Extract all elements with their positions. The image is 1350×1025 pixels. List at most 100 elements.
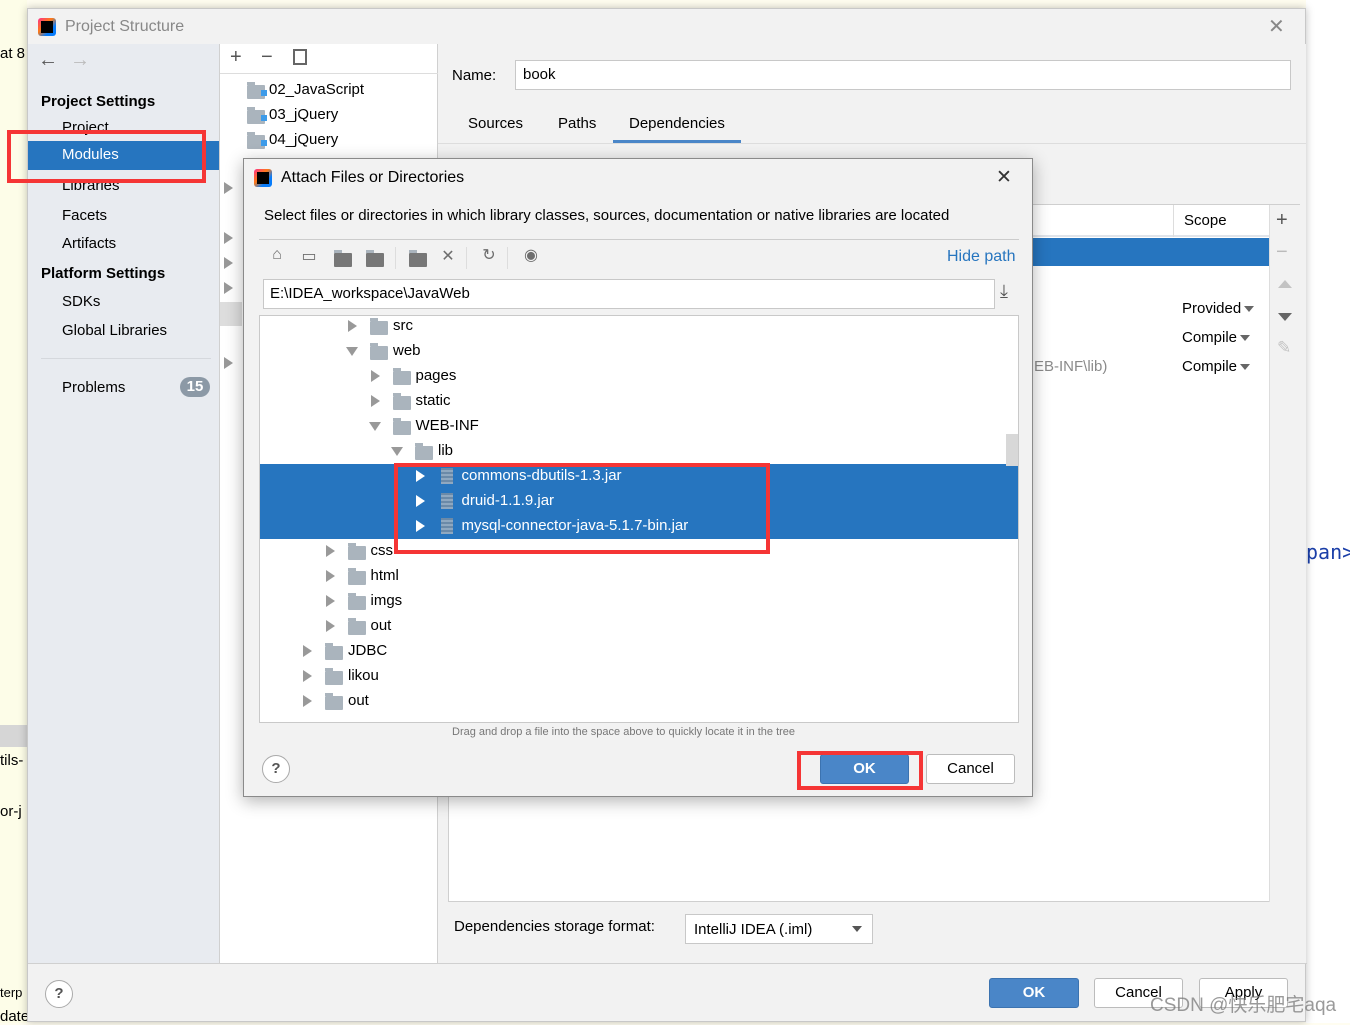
download-icon[interactable]: ⤓: [1000, 281, 1008, 302]
show-hidden-icon[interactable]: ◉: [521, 245, 541, 265]
tree-label: web: [393, 342, 421, 359]
module-item[interactable]: 02_JavaScript: [247, 78, 437, 103]
help-button[interactable]: ?: [262, 755, 290, 783]
tree-label: likou: [348, 667, 379, 684]
scope-value: Compile: [1182, 358, 1238, 375]
new-folder-icon[interactable]: [409, 250, 427, 267]
dialog-cancel-button[interactable]: Cancel: [926, 754, 1015, 784]
expand-arrow-icon[interactable]: [224, 357, 233, 369]
home-icon[interactable]: ⌂: [267, 246, 287, 264]
desktop-icon[interactable]: ▭: [299, 246, 319, 266]
scope-select[interactable]: Compile: [1182, 358, 1262, 380]
path-input[interactable]: E:\IDEA_workspace\JavaWeb: [263, 279, 995, 309]
tree-row[interactable]: WEB-INF: [260, 414, 1018, 439]
highlight-box: [797, 751, 923, 790]
tab-sources[interactable]: Sources: [452, 111, 539, 140]
collapsed-arrow-icon[interactable]: [370, 370, 380, 382]
folder-icon: [392, 418, 411, 435]
sidebar-item-facets[interactable]: Facets: [62, 207, 107, 224]
tree-row[interactable]: lib: [260, 439, 1018, 464]
platform-settings-heading: Platform Settings: [41, 265, 166, 282]
expand-arrow-icon[interactable]: [224, 282, 233, 294]
bg-row: [0, 725, 27, 747]
tree-row[interactable]: imgs: [260, 589, 1018, 614]
toolbar-separator: [507, 247, 508, 269]
scope-select[interactable]: Compile: [1182, 329, 1262, 351]
sidebar-item-artifacts[interactable]: Artifacts: [62, 235, 116, 252]
back-arrow-icon[interactable]: ←: [38, 49, 58, 72]
project-folder-icon[interactable]: [334, 250, 352, 267]
close-icon[interactable]: ✕: [1268, 14, 1285, 39]
close-icon[interactable]: ✕: [996, 166, 1012, 189]
folder-icon: [415, 443, 433, 460]
remove-icon[interactable]: −: [261, 46, 273, 69]
expand-arrow-icon[interactable]: [224, 182, 233, 194]
dialog-description: Select files or directories in which lib…: [264, 207, 950, 224]
forward-arrow-icon[interactable]: →: [70, 49, 90, 72]
sidebar-item-problems[interactable]: Problems: [62, 379, 125, 396]
hide-path-link[interactable]: Hide path: [947, 248, 1016, 266]
refresh-icon[interactable]: ↻: [479, 245, 499, 265]
collapsed-arrow-icon[interactable]: [303, 695, 312, 707]
scope-select[interactable]: Provided: [1182, 300, 1262, 322]
highlight-box: [7, 130, 206, 183]
collapsed-arrow-icon[interactable]: [303, 645, 312, 657]
help-button[interactable]: ?: [45, 980, 73, 1008]
tab-paths[interactable]: Paths: [542, 111, 612, 140]
collapsed-arrow-icon[interactable]: [325, 545, 335, 557]
module-folder-icon[interactable]: [366, 250, 384, 267]
sidebar-item-sdks[interactable]: SDKs: [62, 293, 100, 310]
tree-row[interactable]: out: [260, 614, 1018, 639]
tree-row[interactable]: JDBC: [260, 639, 1018, 664]
tree-row[interactable]: likou: [260, 664, 1018, 689]
expand-arrow-icon[interactable]: [224, 257, 233, 269]
ok-button[interactable]: OK: [989, 978, 1079, 1008]
add-dependency-icon[interactable]: +: [1276, 209, 1288, 232]
selected-row-stub: [220, 302, 242, 326]
move-down-icon[interactable]: [1278, 313, 1292, 321]
intellij-logo-icon: [38, 18, 56, 36]
expand-arrow-icon[interactable]: [224, 232, 233, 244]
toolbar-separator: [395, 247, 396, 269]
module-item[interactable]: 03_jQuery: [247, 103, 437, 128]
collapsed-arrow-icon[interactable]: [325, 595, 335, 607]
expanded-arrow-icon[interactable]: [368, 422, 381, 431]
folder-icon: [370, 343, 388, 360]
bg-fragment: terp: [0, 985, 23, 1000]
tree-row[interactable]: src: [260, 316, 1018, 339]
collapsed-arrow-icon[interactable]: [348, 320, 357, 332]
edit-pencil-icon[interactable]: ✎: [1277, 338, 1291, 358]
dialog-title: Attach Files or Directories: [281, 169, 465, 186]
remove-dependency-icon[interactable]: −: [1276, 241, 1288, 264]
move-up-icon[interactable]: [1278, 280, 1292, 288]
tree-row[interactable]: out: [260, 689, 1018, 714]
delete-icon[interactable]: ✕: [438, 246, 458, 266]
scrollbar-thumb[interactable]: [1006, 434, 1018, 466]
tab-dependencies[interactable]: Dependencies: [613, 111, 741, 143]
storage-format-select[interactable]: IntelliJ IDEA (.iml): [685, 914, 873, 944]
expanded-arrow-icon[interactable]: [346, 347, 358, 356]
project-settings-heading: Project Settings: [41, 93, 156, 110]
tree-row[interactable]: web: [260, 339, 1018, 364]
copy-icon[interactable]: [293, 49, 307, 65]
expanded-arrow-icon[interactable]: [391, 447, 403, 456]
chevron-down-icon: [852, 926, 862, 932]
module-badge-icon: [261, 115, 267, 121]
bg-fragment: tils-: [0, 752, 24, 769]
tree-row[interactable]: static: [260, 389, 1018, 414]
column-divider: [1173, 205, 1174, 237]
module-item[interactable]: 04_jQuery: [247, 128, 437, 153]
name-input[interactable]: book: [515, 60, 1291, 90]
select-value: IntelliJ IDEA (.iml): [694, 921, 813, 938]
tree-row[interactable]: html: [260, 564, 1018, 589]
add-icon[interactable]: +: [230, 46, 242, 69]
collapsed-arrow-icon[interactable]: [303, 670, 312, 682]
tree-row[interactable]: pages: [260, 364, 1018, 389]
tree-label: JDBC: [348, 642, 388, 659]
sidebar-item-global-libraries[interactable]: Global Libraries: [62, 322, 167, 339]
collapsed-arrow-icon[interactable]: [370, 395, 380, 407]
scope-value: Compile: [1182, 329, 1238, 346]
collapsed-arrow-icon[interactable]: [325, 620, 335, 632]
module-badge-icon: [261, 90, 267, 96]
collapsed-arrow-icon[interactable]: [325, 570, 335, 582]
